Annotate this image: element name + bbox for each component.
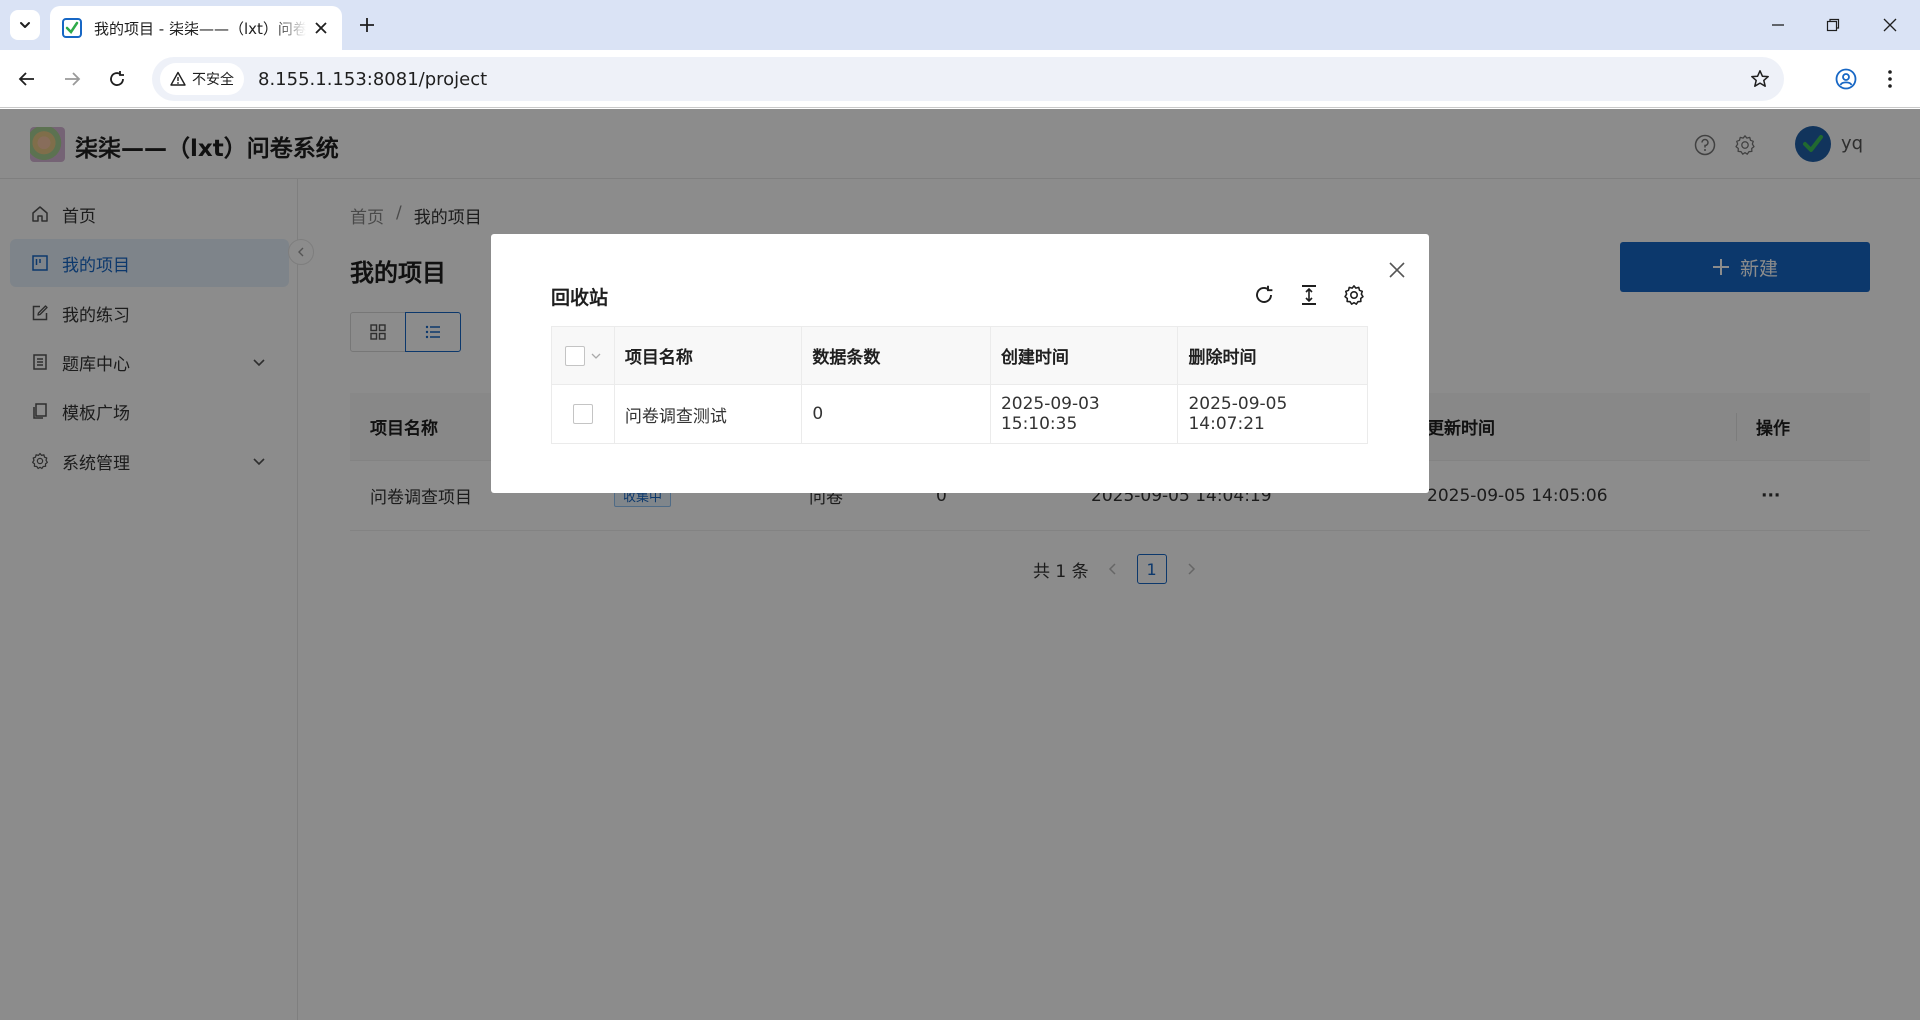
- restore-icon: [1826, 18, 1840, 32]
- refresh-icon: [1256, 285, 1273, 303]
- recycle-bin-table: 项目名称 数据条数 创建时间 删除时间 问卷调查测试 0 2025-09-03 …: [551, 326, 1368, 444]
- window-minimize-button[interactable]: [1758, 8, 1798, 42]
- deleted-project-deleted: 2025-09-05 14:07:21: [1188, 394, 1288, 434]
- tab-title: 我的项目 - 柒柒——（lxt）问卷系统: [94, 19, 306, 38]
- warning-icon: [170, 71, 186, 86]
- column-header-name: 项目名称: [615, 327, 803, 384]
- modal-title: 回收站: [551, 287, 609, 309]
- row-select-cell: [552, 385, 615, 443]
- back-button[interactable]: [11, 63, 43, 95]
- reload-button[interactable]: [101, 63, 133, 95]
- tab-search-button[interactable]: [10, 10, 40, 40]
- recycle-bin-modal: 回收站 项目名称 数据条数 创建时间 删除时间 问卷调查测试 0 2025-09…: [491, 234, 1429, 493]
- deleted-project-count: 0: [802, 385, 991, 443]
- browser-tab-active[interactable]: 我的项目 - 柒柒——（lxt）问卷系统: [50, 6, 342, 50]
- column-height-icon: [1302, 285, 1316, 305]
- select-all-cell: [552, 327, 615, 384]
- window-close-button[interactable]: [1870, 8, 1910, 42]
- column-settings-button[interactable]: [1341, 282, 1367, 308]
- column-header-count: 数据条数: [802, 327, 991, 384]
- account-circle-icon: [1835, 68, 1857, 90]
- column-header-created: 创建时间: [991, 327, 1179, 384]
- new-tab-button[interactable]: [352, 10, 382, 40]
- window-restore-button[interactable]: [1813, 8, 1853, 42]
- deleted-project-created: 2025-09-03 15:10:35: [991, 385, 1179, 443]
- address-bar[interactable]: 不安全 8.155.1.153:8081/project: [152, 57, 1784, 101]
- row-checkbox[interactable]: [572, 404, 593, 424]
- select-dropdown-button[interactable]: [591, 351, 601, 361]
- forward-button[interactable]: [56, 63, 88, 95]
- plus-icon: [360, 18, 374, 32]
- star-icon: [1751, 70, 1769, 87]
- bookmark-button[interactable]: [1750, 69, 1770, 89]
- modal-close-button[interactable]: [1385, 258, 1409, 282]
- browser-tab-bar: 我的项目 - 柒柒——（lxt）问卷系统: [0, 0, 1920, 50]
- select-all-checkbox[interactable]: [564, 345, 585, 366]
- refresh-button[interactable]: [1251, 282, 1277, 308]
- arrow-left-icon: [18, 72, 34, 86]
- deleted-project-name: 问卷调查测试: [615, 385, 803, 443]
- arrow-right-icon: [65, 72, 81, 86]
- close-icon: [1883, 18, 1897, 32]
- close-icon: [315, 22, 327, 34]
- minimize-icon: [1772, 24, 1784, 26]
- tab-close-button[interactable]: [310, 17, 332, 39]
- column-header-deleted: 删除时间: [1188, 348, 1257, 368]
- reload-icon: [110, 71, 124, 86]
- browser-toolbar: 不安全 8.155.1.153:8081/project: [0, 50, 1920, 108]
- security-indicator[interactable]: 不安全: [160, 63, 244, 95]
- table-row[interactable]: 问卷调查测试 0 2025-09-03 15:10:35 2025-09-05 …: [552, 385, 1367, 443]
- profile-button[interactable]: [1830, 63, 1862, 95]
- url-text[interactable]: 8.155.1.153:8081/project: [258, 69, 487, 90]
- chevron-down-icon: [591, 353, 601, 359]
- gear-icon: [1344, 285, 1364, 305]
- security-label: 不安全: [192, 72, 234, 88]
- density-button[interactable]: [1296, 282, 1322, 308]
- table-header: 项目名称 数据条数 创建时间 删除时间: [552, 327, 1367, 385]
- browser-menu-button[interactable]: [1874, 63, 1906, 95]
- close-icon: [1389, 262, 1405, 278]
- more-vertical-icon: [1888, 70, 1892, 88]
- favicon-check-icon: [62, 18, 82, 38]
- chevron-down-icon: [20, 22, 30, 28]
